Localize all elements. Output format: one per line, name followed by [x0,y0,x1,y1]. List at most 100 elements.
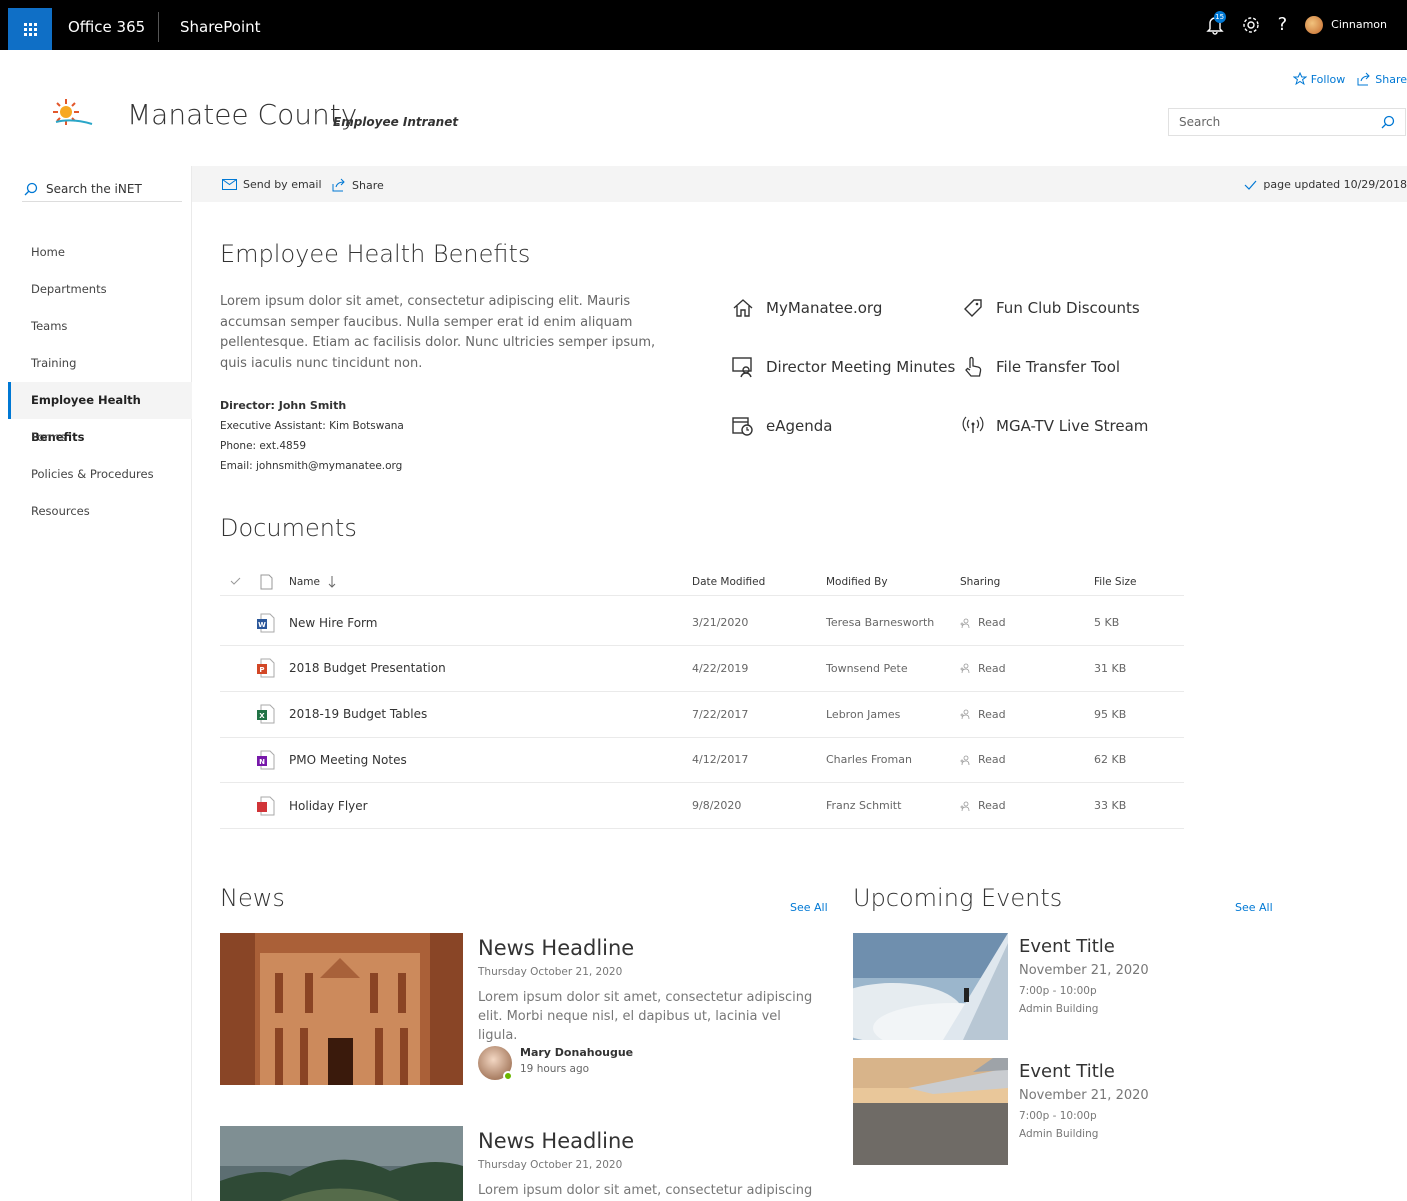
author-name: Mary Donahougue [520,1046,634,1059]
email-address[interactable]: Email: johnsmith@mymanatee.org [220,456,404,476]
suite-bar: Office 365 SharePoint 15 ? Cinnamon [0,0,1407,50]
news-body: Lorem ipsum dolor sit amet, consectetur … [478,1183,813,1198]
quicklink-fun-club[interactable]: Fun Club Discounts [962,297,1140,319]
presence-indicator [503,1071,513,1081]
news-body: Lorem ipsum dolor sit amet, consectetur … [478,990,813,1043]
document-name[interactable]: Holiday Flyer [289,783,368,828]
document-size: 95 KB [1094,707,1127,721]
table-row[interactable]: X 2018-19 Budget Tables 7/22/2017 Lebron Ja… [220,692,1184,738]
suite-app-name[interactable]: SharePoint [180,18,261,36]
people-icon [960,663,970,674]
document-modified-by: Townsend Pete [826,661,908,675]
quicklink-eagenda[interactable]: eAgenda [732,415,832,437]
event-image[interactable] [853,1058,1008,1165]
sharing-column-header[interactable]: Sharing [960,568,1000,595]
document-sharing: Read [960,692,1006,737]
svg-text:W: W [258,621,266,629]
arrow-down-icon [328,575,336,588]
nav-item-forms[interactable]: Forms [8,419,192,456]
documents-title: Documents [220,514,357,542]
suite-divider [158,12,159,42]
document-name[interactable]: 2018-19 Budget Tables [289,692,427,737]
site-share-button[interactable]: Share [1357,72,1407,86]
news-date: Thursday October 21, 2020 [478,966,623,978]
select-all-checkbox[interactable] [230,568,241,595]
sharing-label: Read [978,707,1006,721]
nav-item-policies[interactable]: Policies & Procedures [8,456,192,493]
nav-list: Home Departments Teams Training Employee… [8,234,192,530]
date-column-header[interactable]: Date Modified [692,568,765,595]
nav-item-employee-health-benefits[interactable]: Employee Health Benefits [8,382,192,444]
file-type-header-icon [260,568,273,595]
nav-item-home[interactable]: Home [8,234,192,271]
calendar-clock-icon [732,417,753,436]
site-logo[interactable] [52,88,110,140]
suite-brand[interactable]: Office 365 [68,18,145,36]
left-navigation: Search the iNET Home Departments Teams T… [8,166,192,1201]
table-row[interactable]: N PMO Meeting Notes 4/12/2017 Charles Froma… [220,737,1184,784]
help-icon[interactable]: ? [1278,14,1288,35]
event-title[interactable]: Event Title [1019,1061,1115,1082]
document-modified-by: Lebron James [826,707,901,721]
user-menu[interactable]: Cinnamon [1305,15,1387,34]
nav-search-box[interactable]: Search the iNET [22,176,182,202]
quicklink-mymanatee[interactable]: MyManatee.org [732,297,882,319]
sun-logo-icon [53,99,93,125]
sharing-label: Read [978,616,1006,629]
notifications-button[interactable]: 15 [1205,10,1226,35]
quicklink-file-transfer[interactable]: File Transfer Tool [962,356,1120,378]
send-by-email-button[interactable]: Send by email [222,178,322,191]
home-icon [733,299,753,317]
document-name[interactable]: PMO Meeting Notes [289,737,407,782]
event-image[interactable] [853,933,1008,1040]
document-date: 4/12/2017 [692,753,749,767]
broadcast-icon [962,416,984,433]
quicklink-label: MGA-TV Live Stream [996,417,1149,435]
quicklink-mga-tv[interactable]: MGA-TV Live Stream [962,415,1148,437]
news-author[interactable]: Mary Donahougue 19 hours ago [478,1046,634,1081]
follow-button[interactable]: Follow [1292,72,1346,86]
document-sharing: Read [960,783,1006,828]
events-see-all-link[interactable]: See All [1235,901,1273,914]
document-date: 3/21/2020 [692,616,749,629]
name-column-header[interactable]: Name [289,568,336,595]
news-headline[interactable]: News Headline [478,936,634,960]
nav-item-resources[interactable]: Resources [8,493,192,530]
table-row[interactable]: P 2018 Budget Presentation 4/22/2019 Townse… [220,646,1184,692]
event-location: Admin Building [1019,1003,1099,1015]
app-launcher-button[interactable] [8,8,52,50]
mail-icon [222,179,237,190]
director-name: Director: John Smith [220,399,347,412]
people-icon [960,618,970,628]
page-title: Employee Health Benefits [220,240,531,268]
table-row[interactable]: W New Hire Form 3/21/2020 Teresa Barneswort… [220,600,1184,646]
news-image[interactable] [220,1126,463,1201]
news-headline[interactable]: News Headline [478,1129,634,1153]
quicklink-director-minutes[interactable]: Director Meeting Minutes [732,356,955,378]
follow-label: Follow [1310,72,1346,86]
command-share-button[interactable]: Share [332,178,384,192]
site-title[interactable]: Manatee County [127,98,357,131]
news-see-all-link[interactable]: See All [790,901,828,914]
news-title: News [220,884,285,912]
page-updated-status: page updated 10/29/2018 [1244,178,1407,191]
gear-icon[interactable] [1242,16,1260,34]
svg-text:N: N [259,758,265,766]
nav-item-training[interactable]: Training [8,345,192,382]
event-title[interactable]: Event Title [1019,936,1115,957]
document-name[interactable]: 2018 Budget Presentation [289,646,446,691]
table-row[interactable]: Holiday Flyer 9/8/2020 Franz Schmitt Read 33… [220,783,1184,830]
site-search-input[interactable]: Search [1168,108,1406,136]
modified-by-column-header[interactable]: Modified By [826,568,888,595]
sharing-label: Read [978,799,1006,813]
nav-item-departments[interactable]: Departments [8,271,192,308]
news-image[interactable] [220,933,463,1085]
user-avatar [1305,15,1324,34]
search-icon[interactable] [1381,115,1395,129]
waffle-icon [23,22,37,36]
share-icon [1357,72,1370,86]
svg-text:P: P [259,666,264,674]
nav-item-teams[interactable]: Teams [8,308,192,345]
size-column-header[interactable]: File Size [1094,568,1136,595]
document-name[interactable]: New Hire Form [289,600,377,645]
